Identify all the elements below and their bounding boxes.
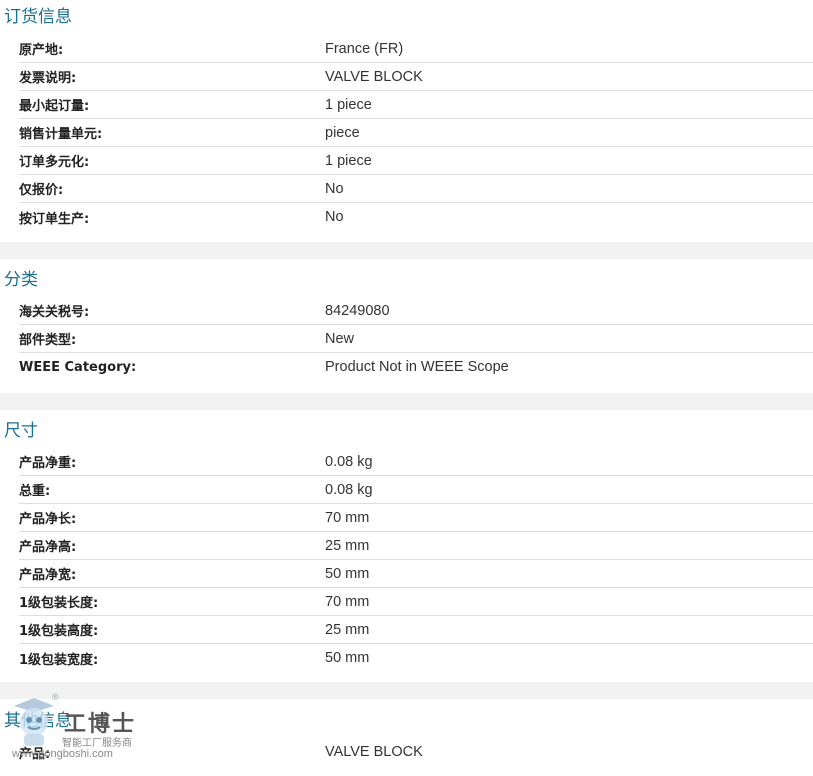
section-divider xyxy=(0,682,813,699)
spec-value: Product Not in WEEE Scope xyxy=(325,359,509,375)
spec-value: 1 piece xyxy=(325,152,372,169)
spec-row: 产品净长: 70 mm xyxy=(19,504,813,532)
spec-row: 海关关税号: 84249080 xyxy=(19,297,813,325)
section-title-ordering-info: 订货信息 xyxy=(4,7,72,27)
spec-value: 50 mm xyxy=(325,650,370,666)
spec-row: 产品: VALVE BLOCK xyxy=(19,737,813,767)
spec-value: France (FR) xyxy=(325,40,404,57)
spec-row: 总重: 0.08 kg xyxy=(19,476,813,504)
spec-label: 产品净宽: xyxy=(19,568,77,583)
spec-value: 70 mm xyxy=(325,593,370,610)
spec-value: VALVE BLOCK xyxy=(325,68,423,85)
spec-value: 70 mm xyxy=(325,509,370,526)
spec-value: 1 piece xyxy=(325,96,372,113)
spec-label: WEEE Category: xyxy=(19,359,137,375)
spec-row: WEEE Category: Product Not in WEEE Scope xyxy=(19,353,813,381)
spec-row: 1级包装高度: 25 mm xyxy=(19,616,813,644)
section-divider xyxy=(0,393,813,410)
spec-label: 原产地: xyxy=(19,43,64,58)
spec-row: 仅报价: No xyxy=(19,175,813,203)
spec-label: 1级包装高度: xyxy=(19,624,99,639)
spec-label: 1级包装宽度: xyxy=(19,652,99,668)
spec-row: 发票说明: VALVE BLOCK xyxy=(19,63,813,91)
spec-row: 按订单生产: No xyxy=(19,203,813,231)
ordering-info-section: 订货信息 原产地: France (FR) 发票说明: VALVE BLOCK 最小… xyxy=(0,0,813,231)
spec-value: piece xyxy=(325,124,360,141)
spec-row: 订单多元化: 1 piece xyxy=(19,147,813,175)
spec-label: 发票说明: xyxy=(19,71,77,86)
spec-value: No xyxy=(325,180,344,197)
spec-value: 0.08 kg xyxy=(325,453,373,470)
spec-row: 1级包装长度: 70 mm xyxy=(19,588,813,616)
spec-label: 订单多元化: xyxy=(19,155,90,170)
spec-value: 25 mm xyxy=(325,621,370,638)
spec-label: 产品净长: xyxy=(19,512,77,527)
spec-row: 部件类型: New xyxy=(19,325,813,353)
spec-row: 最小起订量: 1 piece xyxy=(19,91,813,119)
dimensions-section: 尺寸 产品净重: 0.08 kg 总重: 0.08 kg 产品净长: 70 mm 产品… xyxy=(0,410,813,672)
section-divider xyxy=(0,242,813,259)
spec-value: New xyxy=(325,330,355,347)
product-details: 订货信息 原产地: France (FR) 发票说明: VALVE BLOCK 最小… xyxy=(0,0,813,767)
spec-label: 产品: xyxy=(19,746,51,762)
spec-value: 25 mm xyxy=(325,537,370,554)
spec-value: No xyxy=(325,209,344,225)
spec-label: 总重: xyxy=(19,484,51,499)
classification-section: 分类 海关关税号: 84249080 部件类型: New WEEE Category… xyxy=(0,259,813,381)
spec-label: 最小起订量: xyxy=(19,99,90,114)
spec-row: 销售计量单元: piece xyxy=(19,119,813,147)
section-title-other-info: 其他信息 xyxy=(4,711,72,731)
spec-label: 按订单生产: xyxy=(19,211,90,227)
spec-label: 仅报价: xyxy=(19,183,64,198)
spec-label: 产品净高: xyxy=(19,540,77,555)
spec-label: 部件类型: xyxy=(19,333,77,348)
spec-label: 海关关税号: xyxy=(19,305,90,320)
spec-value: VALVE BLOCK xyxy=(325,744,423,760)
spec-row: 产品净高: 25 mm xyxy=(19,532,813,560)
spec-label: 销售计量单元: xyxy=(19,127,103,142)
spec-row: 产品净重: 0.08 kg xyxy=(19,448,813,476)
spec-row: 产品净宽: 50 mm xyxy=(19,560,813,588)
spec-row: 原产地: France (FR) xyxy=(19,35,813,63)
other-info-section: 其他信息 产品: VALVE BLOCK xyxy=(0,699,813,767)
section-title-dimensions: 尺寸 xyxy=(4,421,38,441)
spec-value: 0.08 kg xyxy=(325,481,373,498)
spec-label: 1级包装长度: xyxy=(19,596,99,611)
spec-label: 产品净重: xyxy=(19,456,77,471)
spec-value: 50 mm xyxy=(325,565,370,582)
spec-value: 84249080 xyxy=(325,302,390,319)
section-title-classification: 分类 xyxy=(4,270,38,290)
spec-row: 1级包装宽度: 50 mm xyxy=(19,644,813,672)
